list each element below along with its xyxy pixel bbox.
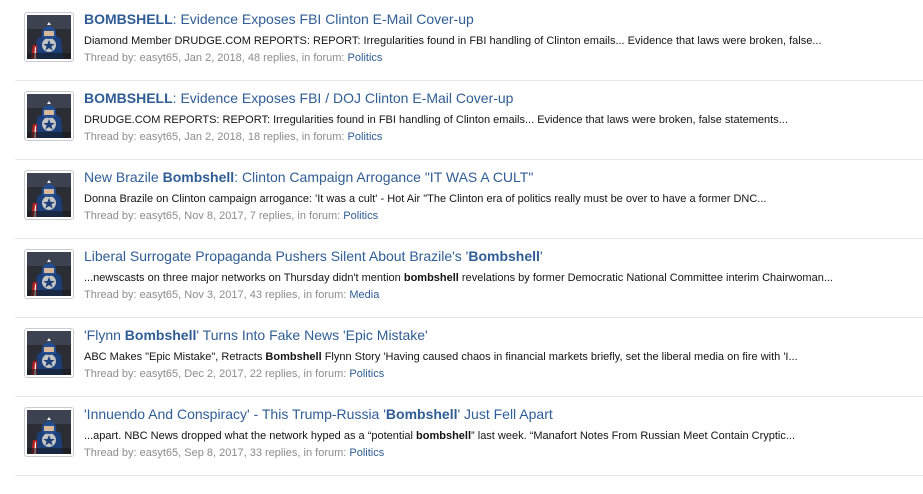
author-avatar[interactable] [24, 91, 74, 141]
snippet-text: ABC Makes "Epic Mistake", Retracts [84, 351, 266, 363]
thread-meta: Thread by: easyt65, Jan 2, 2018, 48 repl… [84, 51, 382, 65]
forum-link[interactable]: Politics [349, 447, 384, 459]
meta-prefix: Thread by: [84, 289, 140, 301]
thread-meta: Thread by: easyt65, Jan 2, 2018, 18 repl… [84, 130, 382, 144]
thread-title-link[interactable]: BOMBSHELL: Evidence Exposes FBI / DOJ Cl… [84, 90, 513, 107]
meta-details: , Nov 8, 2017, 7 replies, in forum: [178, 210, 344, 222]
title-highlight: BOMBSHELL [84, 90, 173, 106]
title-text: ' Turns Into Fake News 'Epic Mistake' [196, 327, 428, 343]
title-highlight: Bombshell [385, 406, 458, 422]
title-highlight: Bombshell [124, 327, 197, 343]
title-text: New Brazile [84, 169, 163, 185]
meta-prefix: Thread by: [84, 131, 140, 143]
author-avatar[interactable] [24, 12, 74, 62]
snippet-text: DRUDGE.COM REPORTS: REPORT: Irregulariti… [84, 114, 788, 126]
thread-snippet: ...apart. NBC News dropped what the netw… [84, 429, 795, 443]
author-avatar[interactable] [24, 249, 74, 299]
title-text: Liberal Surrogate Propaganda Pushers Sil… [84, 248, 469, 264]
thread-meta: Thread by: easyt65, Sep 8, 2017, 33 repl… [84, 446, 384, 460]
snippet-text: Flynn Story 'Having caused chaos in fina… [321, 351, 798, 363]
snippet-highlight: bombshell [403, 272, 459, 284]
captain-america-avatar-icon [27, 410, 71, 454]
result-item: 'Flynn Bombshell' Turns Into Fake News '… [15, 318, 923, 397]
thread-meta: Thread by: easyt65, Nov 3, 2017, 43 repl… [84, 288, 379, 302]
meta-details: , Jan 2, 2018, 48 replies, in forum: [178, 52, 348, 64]
title-highlight: Bombshell [468, 248, 540, 264]
title-text: 'Flynn [84, 327, 125, 343]
author-link[interactable]: easyt65 [140, 210, 179, 222]
thread-meta: Thread by: easyt65, Dec 2, 2017, 22 repl… [84, 367, 384, 381]
thread-title-link[interactable]: New Brazile Bombshell: Clinton Campaign … [84, 169, 533, 186]
snippet-text: Donna Brazile on Clinton campaign arroga… [84, 193, 767, 205]
meta-prefix: Thread by: [84, 52, 140, 64]
thread-snippet: ABC Makes "Epic Mistake", Retracts Bombs… [84, 350, 798, 364]
meta-details: , Nov 3, 2017, 43 replies, in forum: [178, 289, 350, 301]
snippet-text: Diamond Member DRUDGE.COM REPORTS: REPOR… [84, 35, 822, 47]
captain-america-avatar-icon [27, 331, 71, 375]
result-item: New Brazile Bombshell: Clinton Campaign … [15, 160, 923, 239]
snippet-text: revelations by former Democratic Nationa… [458, 272, 833, 284]
result-item: BOMBSHELL: Evidence Exposes FBI / DOJ Cl… [15, 81, 923, 160]
title-text: : Clinton Campaign Arrogance "IT WAS A C… [234, 169, 534, 185]
meta-details: , Sep 8, 2017, 33 replies, in forum: [178, 447, 350, 459]
snippet-text: ” last week. “Manafort Notes From Russia… [471, 430, 796, 442]
snippet-highlight: bombshell [416, 430, 472, 442]
title-text: 'Innuendo And Conspiracy' - This Trump-R… [84, 406, 386, 422]
thread-snippet: Donna Brazile on Clinton campaign arroga… [84, 192, 766, 206]
result-item: Liberal Surrogate Propaganda Pushers Sil… [15, 239, 923, 318]
search-results-list: BOMBSHELL: Evidence Exposes FBI Clinton … [0, 0, 923, 494]
result-item: BOMBSHELL: Evidence Exposes FBI Clinton … [15, 2, 923, 81]
thread-title-link[interactable]: Liberal Surrogate Propaganda Pushers Sil… [84, 248, 543, 265]
thread-title-link[interactable]: BOMBSHELL: Evidence Exposes FBI Clinton … [84, 11, 474, 28]
author-link[interactable]: easyt65 [140, 368, 179, 380]
thread-meta: Thread by: easyt65, Nov 8, 2017, 7 repli… [84, 209, 378, 223]
author-avatar[interactable] [24, 407, 74, 457]
snippet-highlight: Bombshell [265, 351, 322, 363]
title-text: : Evidence Exposes FBI Clinton E-Mail Co… [172, 11, 474, 27]
snippet-text: ...apart. NBC News dropped what the netw… [84, 430, 417, 442]
title-text: ' [539, 248, 543, 264]
meta-prefix: Thread by: [84, 210, 140, 222]
forum-link[interactable]: Politics [349, 368, 384, 380]
title-highlight: Bombshell [162, 169, 235, 185]
thread-snippet: ...newscasts on three major networks on … [84, 271, 833, 285]
snippet-text: ...newscasts on three major networks on … [84, 272, 404, 284]
captain-america-avatar-icon [27, 94, 71, 138]
result-item: 'Innuendo And Conspiracy' - This Trump-R… [15, 397, 923, 476]
thread-snippet: DRUDGE.COM REPORTS: REPORT: Irregulariti… [84, 113, 788, 127]
thread-title-link[interactable]: 'Innuendo And Conspiracy' - This Trump-R… [84, 406, 553, 423]
captain-america-avatar-icon [27, 173, 71, 217]
author-link[interactable]: easyt65 [140, 52, 179, 64]
thread-title-link[interactable]: 'Flynn Bombshell' Turns Into Fake News '… [84, 327, 428, 344]
meta-details: , Jan 2, 2018, 18 replies, in forum: [178, 131, 348, 143]
forum-link[interactable]: Politics [343, 210, 378, 222]
title-highlight: BOMBSHELL [84, 11, 173, 27]
meta-prefix: Thread by: [84, 447, 140, 459]
author-avatar[interactable] [24, 328, 74, 378]
captain-america-avatar-icon [27, 252, 71, 296]
meta-details: , Dec 2, 2017, 22 replies, in forum: [178, 368, 350, 380]
author-link[interactable]: easyt65 [140, 131, 179, 143]
title-text: ' Just Fell Apart [457, 406, 553, 422]
title-text: : Evidence Exposes FBI / DOJ Clinton E-M… [172, 90, 514, 106]
author-link[interactable]: easyt65 [140, 289, 179, 301]
forum-link[interactable]: Politics [348, 52, 383, 64]
captain-america-avatar-icon [27, 15, 71, 59]
author-link[interactable]: easyt65 [140, 447, 179, 459]
thread-snippet: Diamond Member DRUDGE.COM REPORTS: REPOR… [84, 34, 822, 48]
author-avatar[interactable] [24, 170, 74, 220]
meta-prefix: Thread by: [84, 368, 140, 380]
forum-link[interactable]: Media [349, 289, 379, 301]
forum-link[interactable]: Politics [348, 131, 383, 143]
